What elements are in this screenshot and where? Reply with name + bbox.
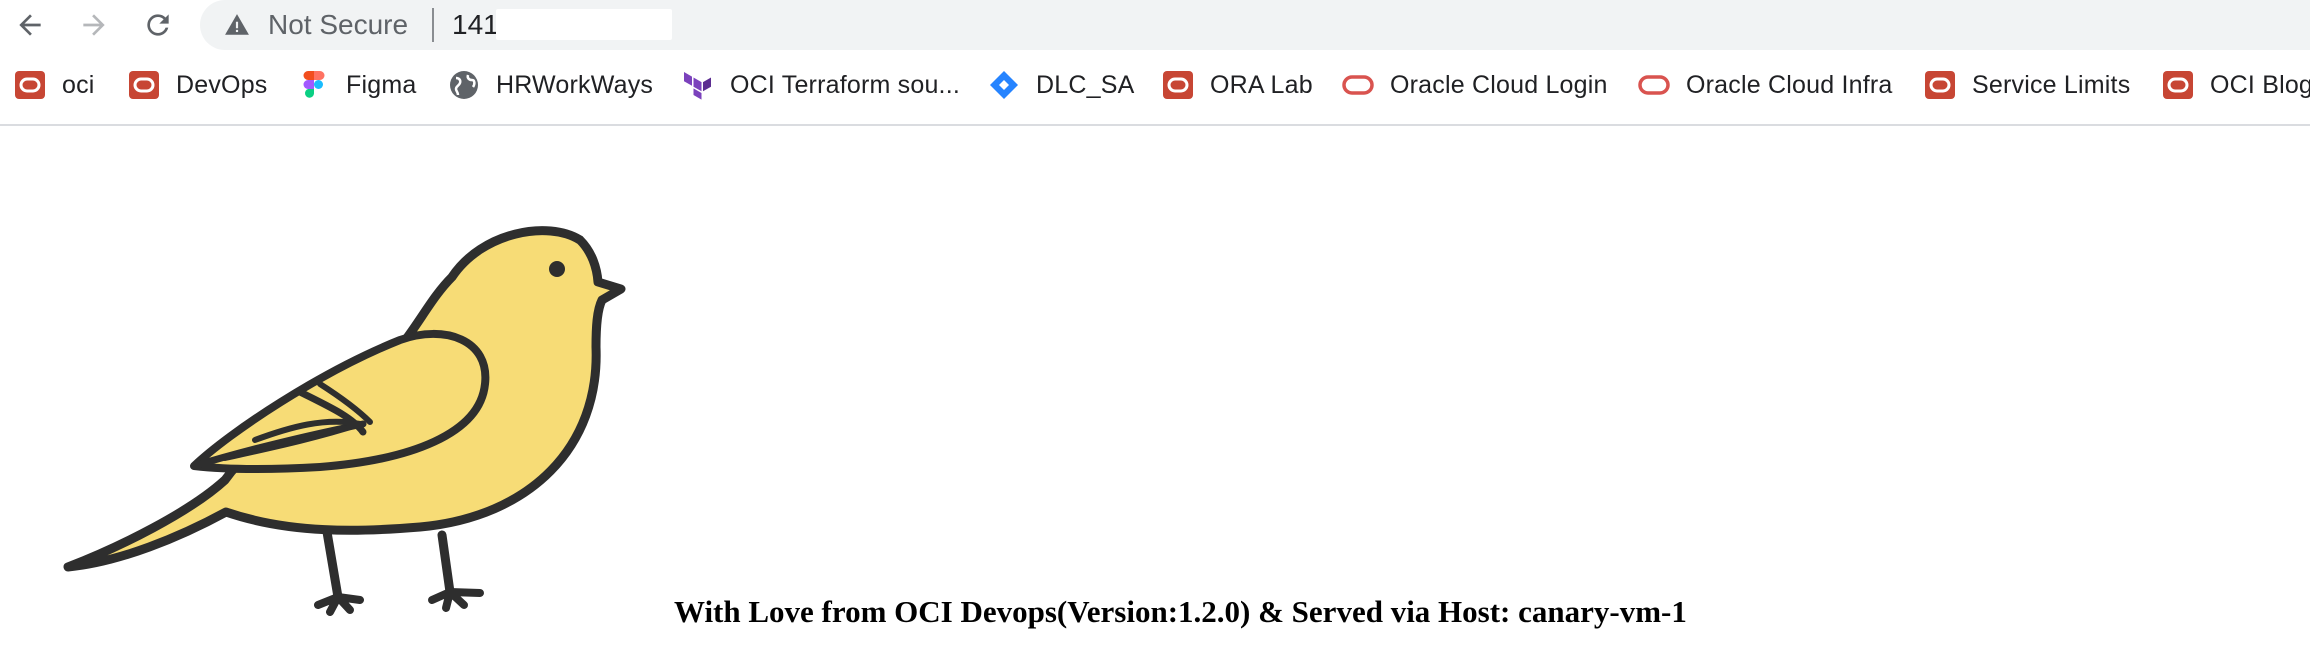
arrow-left-icon — [19, 14, 41, 36]
security-status-label[interactable]: Not Secure — [268, 8, 408, 42]
oracle-outline-icon — [1342, 69, 1374, 101]
address-bar-divider — [432, 8, 434, 42]
bookmark-label: Service Limits — [1972, 70, 2131, 99]
bookmark-label: Figma — [346, 70, 417, 99]
bookmarks-bar: oci DevOps Figma HRWorkWays OCI Terrafor… — [0, 51, 2310, 126]
canary-bird-image — [63, 226, 626, 616]
oracle-icon — [1162, 69, 1194, 101]
figma-icon — [298, 69, 330, 101]
oracle-icon — [2162, 69, 2194, 101]
bookmark-ora-lab[interactable]: ORA Lab — [1162, 65, 1313, 105]
oracle-icon — [14, 69, 46, 101]
arrow-right-icon — [83, 14, 105, 36]
bookmark-figma[interactable]: Figma — [298, 65, 416, 105]
forward-button[interactable] — [72, 3, 116, 47]
back-button[interactable] — [8, 3, 52, 47]
page-message: With Love from OCI Devops(Version:1.2.0)… — [674, 594, 1687, 629]
browser-toolbar: Not Secure 141 — [0, 0, 2310, 51]
warning-triangle-icon — [225, 14, 249, 35]
globe-icon — [448, 69, 480, 101]
oracle-icon — [128, 69, 160, 101]
oracle-icon — [1924, 69, 1956, 101]
bookmark-oci-blog[interactable]: OCI Blog — [2162, 65, 2310, 105]
address-bar[interactable]: Not Secure 141 — [200, 0, 2310, 50]
bookmark-label: DevOps — [176, 70, 268, 99]
url-redaction — [496, 9, 672, 40]
bookmark-oci[interactable]: oci — [14, 65, 95, 105]
jira-icon — [988, 69, 1020, 101]
bookmark-hrworkways[interactable]: HRWorkWays — [448, 65, 653, 105]
bookmark-oracle-cloud-login[interactable]: Oracle Cloud Login — [1342, 65, 1608, 105]
bookmark-label: OCI Blog — [2210, 70, 2310, 99]
url-text[interactable]: 141 — [452, 8, 499, 42]
bookmark-label: Oracle Cloud Login — [1390, 70, 1608, 99]
bookmark-oci-terraform[interactable]: OCI Terraform sou... — [682, 65, 960, 105]
terraform-icon — [682, 69, 714, 101]
bookmark-label: Oracle Cloud Infra — [1686, 70, 1893, 99]
bookmark-dlc-sa[interactable]: DLC_SA — [988, 65, 1134, 105]
oracle-outline-icon — [1638, 69, 1670, 101]
bookmark-oracle-cloud-infra[interactable]: Oracle Cloud Infra — [1638, 65, 1892, 105]
bookmark-label: oci — [62, 70, 95, 99]
bookmark-label: HRWorkWays — [496, 70, 654, 99]
bookmark-label: OCI Terraform sou... — [730, 70, 960, 99]
bookmark-label: ORA Lab — [1210, 70, 1313, 99]
reload-icon — [147, 14, 169, 36]
reload-button[interactable] — [136, 3, 180, 47]
bookmark-service-limits[interactable]: Service Limits — [1924, 65, 2130, 105]
bookmark-devops[interactable]: DevOps — [128, 65, 268, 105]
bookmark-label: DLC_SA — [1036, 70, 1135, 99]
